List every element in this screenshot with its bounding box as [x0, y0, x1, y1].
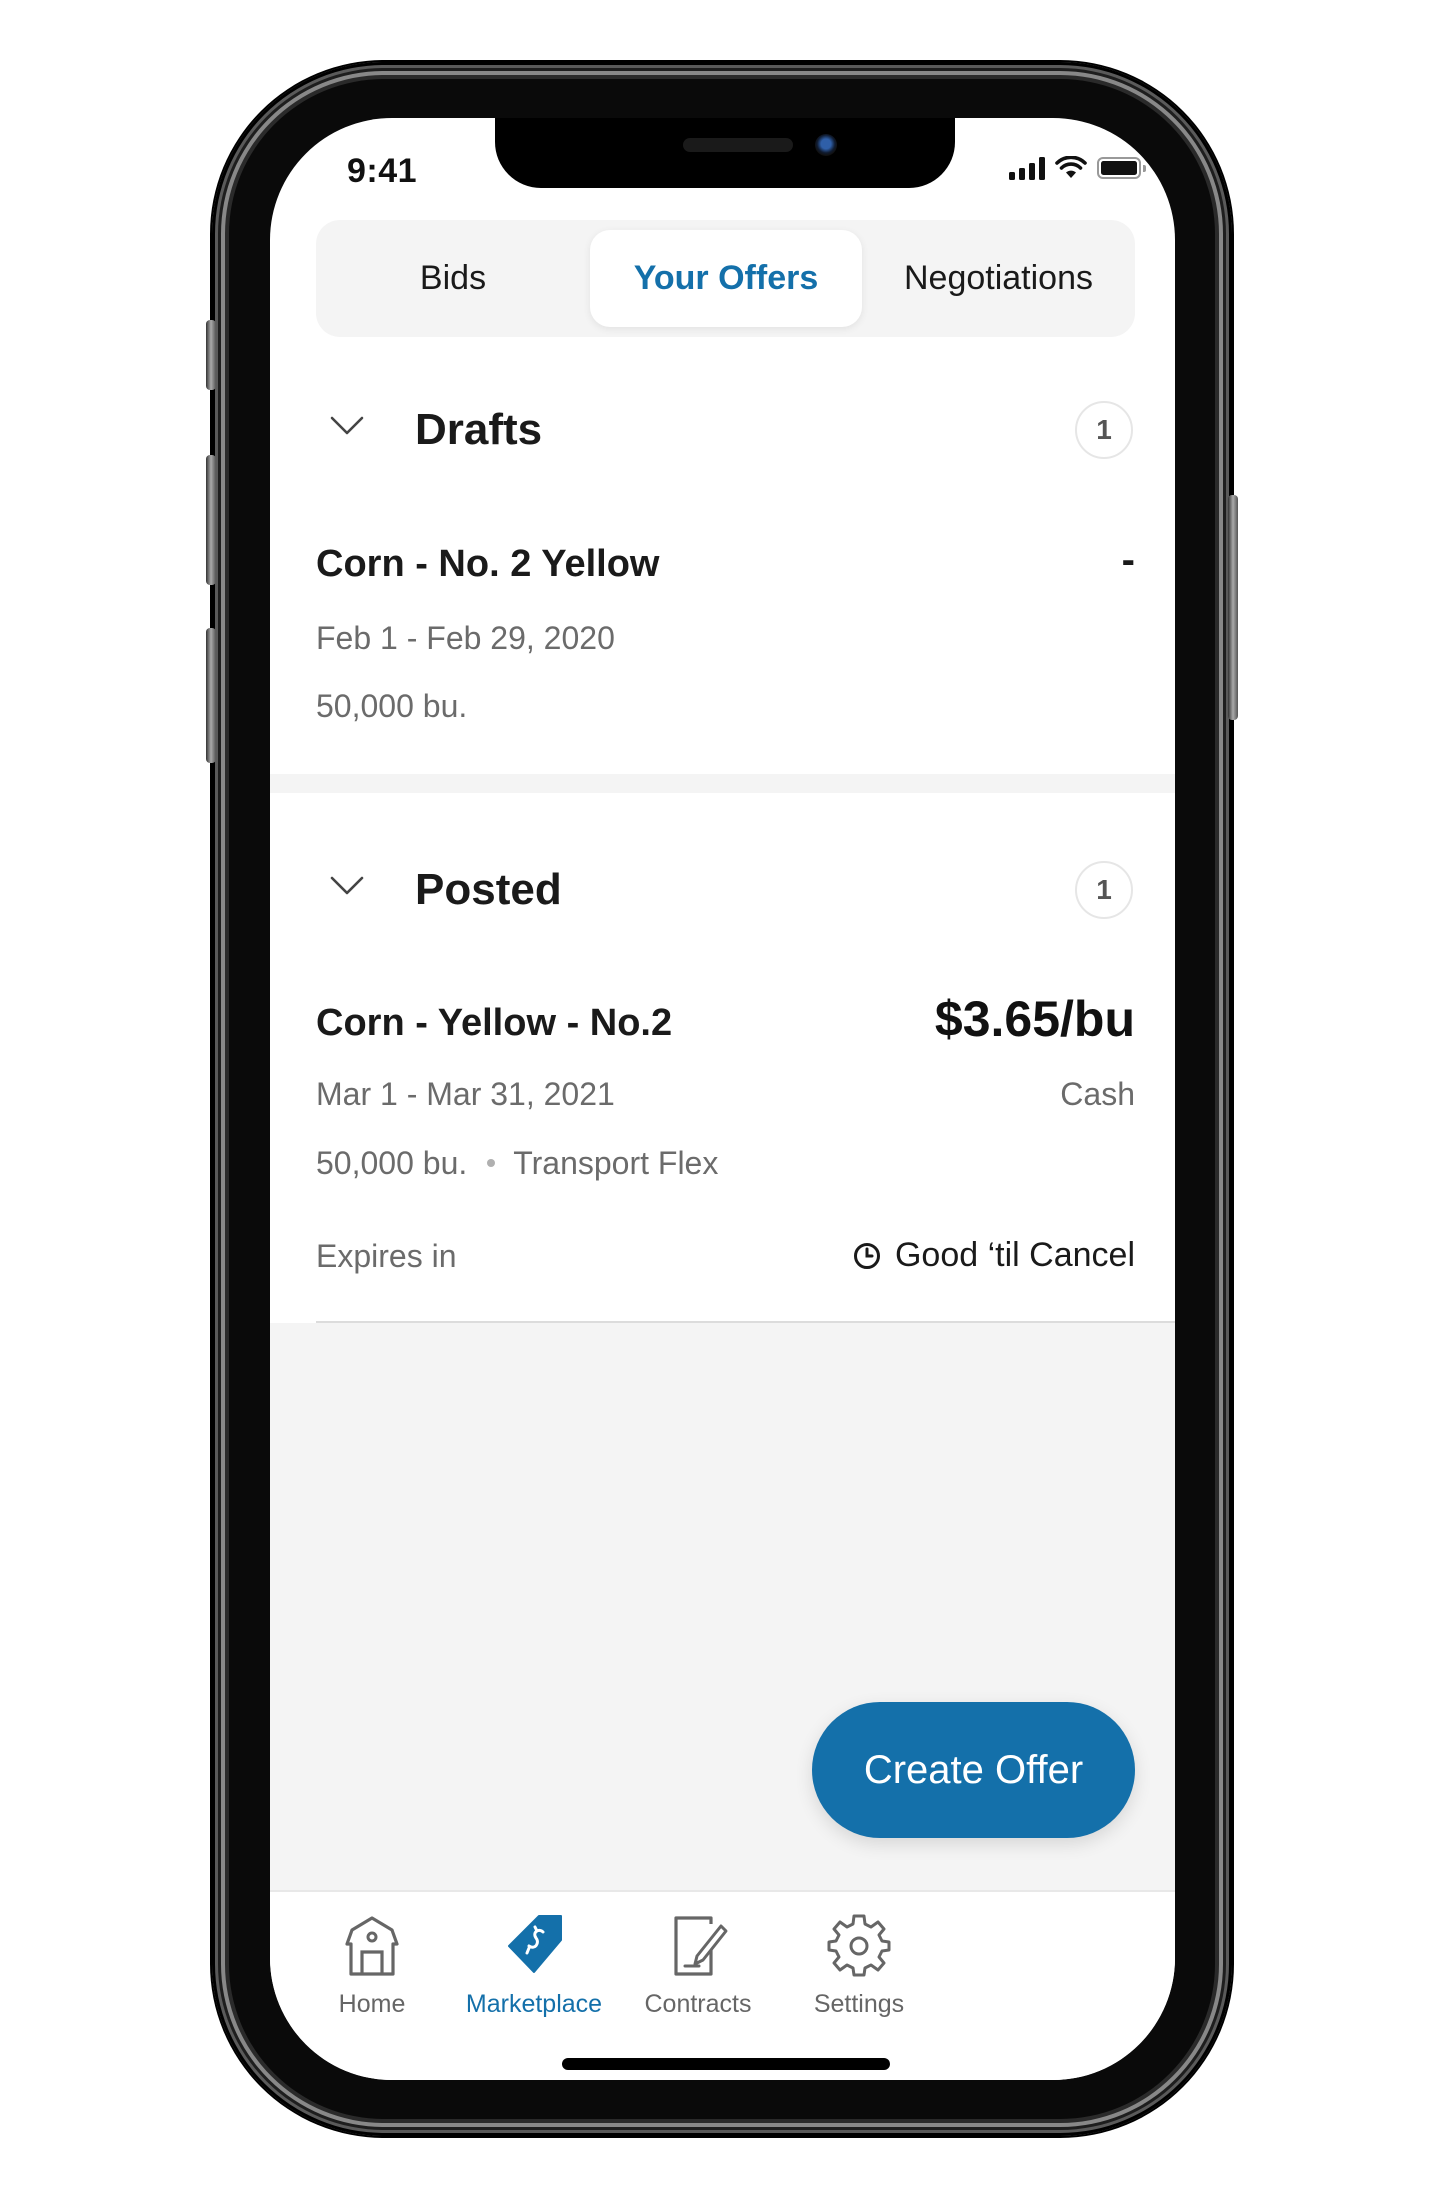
section-separator [270, 774, 1175, 793]
offers-segmented-control: Bids Your Offers Negotiations [316, 220, 1135, 337]
price-tag-icon [508, 1915, 562, 1973]
posted-count-badge: 1 [1075, 861, 1133, 919]
wifi-icon [1055, 156, 1087, 178]
posted-item-price: $3.65/bu [934, 991, 1135, 1047]
tab-contracts-label: Contracts [644, 1990, 752, 2018]
draft-item-quantity: 50,000 bu. [316, 688, 468, 724]
create-offer-button[interactable]: Create Offer [812, 1702, 1135, 1838]
draft-item-dates: Feb 1 - Feb 29, 2020 [316, 620, 615, 656]
status-icons [1009, 156, 1146, 180]
silent-switch [206, 320, 216, 390]
gear-icon [827, 1914, 891, 1977]
volume-up-button [206, 455, 216, 585]
notch [495, 118, 955, 188]
posted-item-transport: Transport Flex [513, 1145, 719, 1181]
posted-section-header[interactable]: Posted 1 [270, 845, 1175, 935]
contract-sign-icon [674, 1916, 728, 1976]
status-time: 9:41 [347, 152, 418, 190]
chevron-down-icon [330, 876, 364, 895]
tab-home-label: Home [338, 1990, 406, 2018]
tab-settings[interactable]: Settings [759, 1910, 959, 2020]
volume-down-button [206, 628, 216, 763]
drafts-section-header[interactable]: Drafts 1 [270, 385, 1175, 475]
tab-marketplace-label: Marketplace [465, 1990, 603, 2018]
expires-value-text: Good ‘til Cancel [894, 1236, 1135, 1274]
chevron-down-icon [330, 416, 364, 435]
home-indicator[interactable] [562, 2058, 890, 2070]
tab-settings-label: Settings [813, 1990, 905, 2018]
posted-item-price-type: Cash [1060, 1076, 1135, 1112]
drafts-title: Drafts [415, 405, 543, 454]
posted-item-details: 50,000 bu. Transport Flex [316, 1145, 718, 1182]
power-button [1228, 495, 1238, 720]
expires-label: Expires in [316, 1238, 457, 1274]
posted-item-title: Corn - Yellow - No.2 [316, 1002, 673, 1044]
tab-negotiations[interactable]: Negotiations [862, 230, 1135, 327]
front-camera [815, 134, 837, 156]
bottom-tab-bar: Home Marketplace Contracts Settings [270, 1890, 1175, 2080]
posted-item-quantity: 50,000 bu. [316, 1145, 468, 1181]
drafts-count-badge: 1 [1075, 401, 1133, 459]
battery-icon [1097, 157, 1146, 179]
app-screen: 9:41 Bids Your Offers Negotiations Draft… [270, 118, 1175, 2080]
barn-icon [345, 1916, 399, 1976]
draft-item-title: Corn - No. 2 Yellow [316, 543, 660, 585]
tab-your-offers[interactable]: Your Offers [590, 230, 862, 327]
expires-value: Good ‘til Cancel [853, 1236, 1135, 1275]
draft-item-price: - [1121, 538, 1135, 582]
item-divider [316, 1321, 1175, 1323]
cellular-signal-icon [1009, 156, 1045, 180]
posted-item-dates: Mar 1 - Mar 31, 2021 [316, 1076, 615, 1112]
posted-title: Posted [415, 865, 562, 914]
speaker-grille [683, 138, 793, 152]
tab-bids[interactable]: Bids [316, 230, 590, 327]
clock-icon [853, 1242, 880, 1269]
separator-dot [487, 1158, 496, 1167]
